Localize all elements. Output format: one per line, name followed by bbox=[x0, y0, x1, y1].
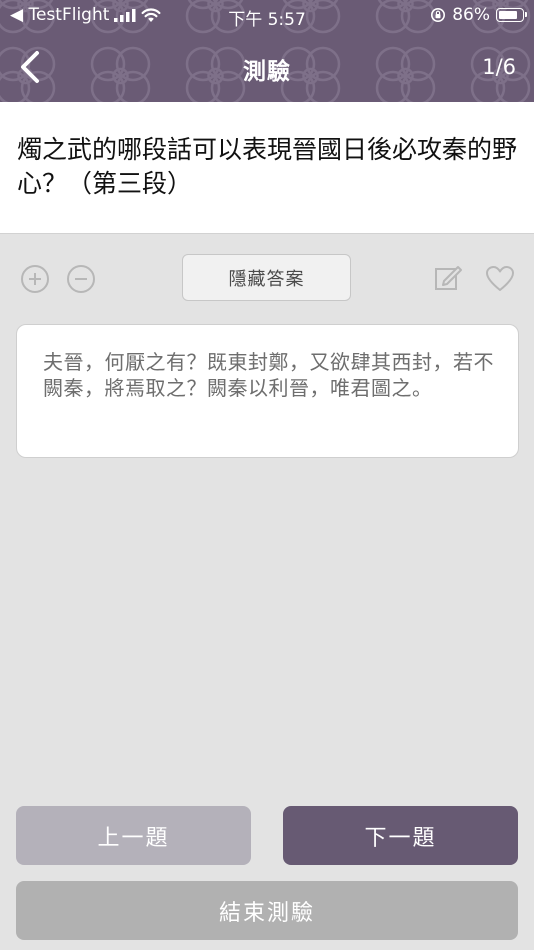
zoom-in-button[interactable] bbox=[21, 265, 49, 293]
zoom-out-button[interactable] bbox=[67, 265, 95, 293]
orientation-lock-icon bbox=[431, 8, 446, 22]
page-title: 測驗 bbox=[243, 59, 291, 85]
battery-icon bbox=[496, 8, 527, 22]
question-counter: 1/6 bbox=[482, 55, 516, 79]
battery-tip bbox=[525, 12, 527, 17]
status-right: 86% bbox=[430, 5, 527, 25]
next-question-button[interactable]: 下一題 bbox=[283, 806, 518, 865]
answer-card: 夫晉，何厭之有？既東封鄭，又欲肆其西封，若不闕秦，將焉取之？闕秦以利晉，唯君圖之… bbox=[16, 324, 519, 458]
edit-note-icon bbox=[435, 266, 462, 290]
heart-icon bbox=[486, 266, 514, 291]
answer-text: 夫晉，何厭之有？既東封鄭，又欲肆其西封，若不闕秦，將焉取之？闕秦以利晉，唯君圖之… bbox=[43, 350, 494, 400]
end-quiz-button[interactable]: 結束測驗 bbox=[16, 881, 518, 940]
edit-note-button[interactable] bbox=[433, 263, 463, 297]
favorite-button[interactable] bbox=[485, 265, 515, 297]
nav-bar: 測驗 1/6 bbox=[0, 36, 534, 100]
header: ◀ TestFlight 下午 5:57 86% 測驗 1/6 bbox=[0, 0, 534, 102]
hide-answer-button[interactable]: 隱藏答案 bbox=[182, 254, 351, 301]
previous-question-button[interactable]: 上一題 bbox=[16, 806, 251, 865]
question-text: 燭之武的哪段話可以表現晉國日後必攻秦的野心？（第三段） bbox=[0, 102, 534, 234]
battery-level bbox=[499, 11, 517, 19]
status-bar: ◀ TestFlight 下午 5:57 86% bbox=[0, 0, 534, 32]
battery-percent: 86% bbox=[452, 5, 490, 25]
